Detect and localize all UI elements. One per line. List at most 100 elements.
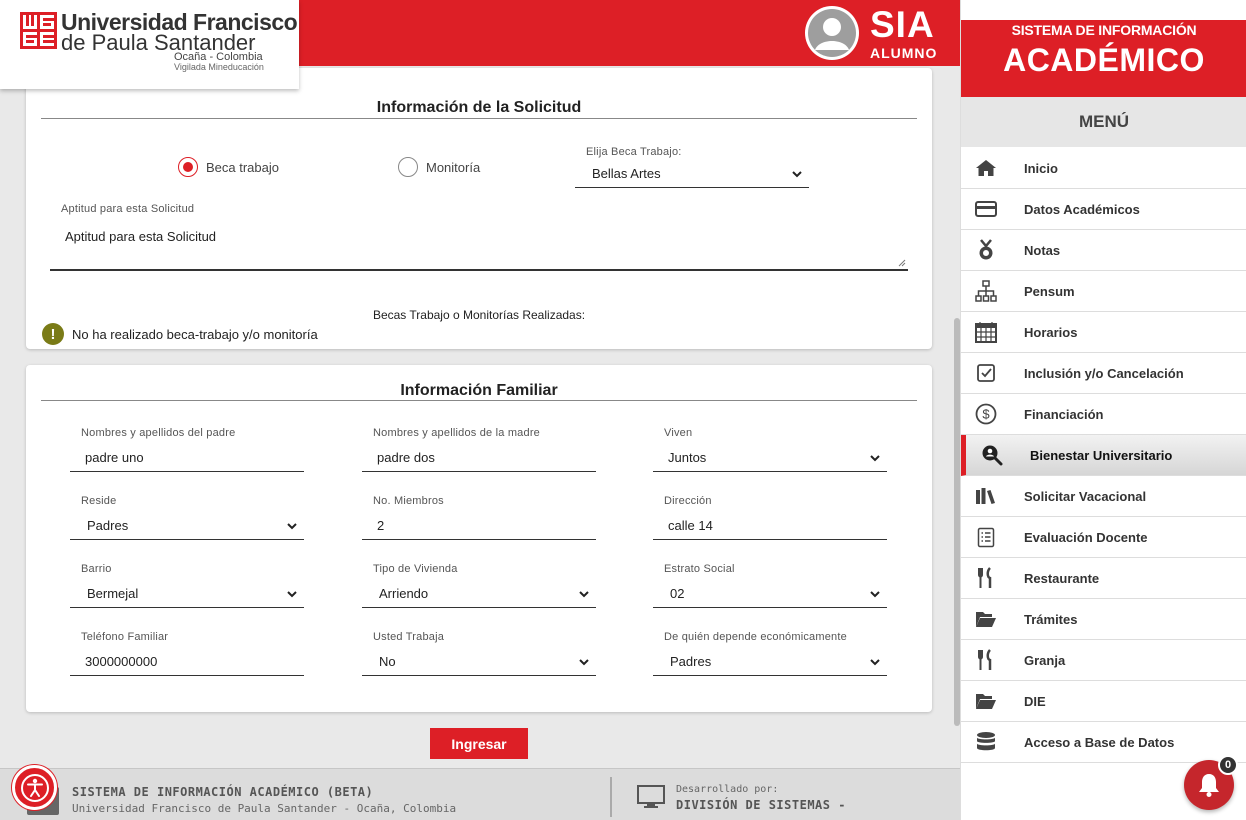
sidebar-item-granja[interactable]: Granja — [961, 640, 1246, 681]
monitor-icon — [637, 785, 665, 808]
utensils-icon — [974, 566, 998, 590]
beca-select[interactable]: Bellas Artes — [575, 162, 809, 188]
beca-select-value: Bellas Artes — [592, 166, 661, 181]
sidebar-item-label: Evaluación Docente — [1024, 529, 1148, 545]
radio-checked-icon — [178, 157, 198, 177]
sidebar-item-vacacional[interactable]: Solicitar Vacacional — [961, 476, 1246, 517]
chevron-down-icon — [870, 455, 880, 462]
exclamation-icon: ! — [42, 323, 64, 345]
sidebar-item-restaurante[interactable]: Restaurante — [961, 558, 1246, 599]
sidebar: SISTEMA DE INFORMACIÓN ACADÉMICO MENÚ In… — [960, 0, 1246, 820]
sidebar-item-label: Restaurante — [1024, 570, 1100, 586]
sidebar-item-label: Financiación — [1024, 406, 1104, 422]
sitemap-icon — [974, 279, 998, 303]
barrio-select[interactable]: Bermejal — [70, 582, 304, 608]
sidebar-item-base-datos[interactable]: Acceso a Base de Datos — [961, 722, 1246, 763]
direccion-input[interactable]: calle 14 — [653, 514, 887, 540]
svg-text:$: $ — [982, 407, 990, 422]
direccion-value: calle 14 — [668, 518, 713, 533]
viven-select[interactable]: Juntos — [653, 446, 887, 472]
chevron-down-icon — [579, 591, 589, 598]
sidebar-item-bienestar[interactable]: Bienestar Universitario — [961, 435, 1246, 476]
folder-open-icon — [974, 607, 998, 631]
telefono-value: 3000000000 — [85, 654, 158, 669]
radio-beca-trabajo-label: Beca trabajo — [206, 159, 279, 175]
bell-icon — [1199, 774, 1219, 797]
avatar[interactable] — [805, 6, 859, 60]
depende-label: De quién depende económicamente — [664, 631, 847, 643]
telefono-label: Teléfono Familiar — [81, 631, 169, 643]
sidebar-item-die[interactable]: DIE — [961, 681, 1246, 722]
sidebar-item-datos-academicos[interactable]: Datos Académicos — [961, 189, 1246, 230]
barrio-value: Bermejal — [87, 586, 139, 601]
home-icon — [974, 156, 998, 180]
medal-icon — [974, 238, 998, 262]
sidebar-item-notas[interactable]: Notas — [961, 230, 1246, 271]
database-icon — [974, 730, 998, 754]
sidebar-item-label: Trámites — [1024, 611, 1078, 627]
miembros-value: 2 — [377, 518, 385, 533]
aptitud-textarea[interactable]: Aptitud para esta Solicitud — [50, 219, 908, 271]
calendar-icon — [974, 320, 998, 344]
user-icon — [808, 9, 856, 57]
solicitud-card: Información de la Solicitud Beca trabajo… — [26, 68, 932, 349]
padre-label: Nombres y apellidos del padre — [81, 427, 236, 439]
sidebar-item-inicio[interactable]: Inicio — [961, 148, 1246, 189]
sidebar-item-tramites[interactable]: Trámites — [961, 599, 1246, 640]
trabaja-select[interactable]: No — [362, 650, 596, 676]
chevron-down-icon — [870, 591, 880, 598]
padre-input[interactable]: padre uno — [70, 446, 304, 472]
viven-label: Viven — [664, 427, 693, 439]
depende-value: Padres — [670, 654, 712, 669]
app-role: ALUMNO — [870, 45, 938, 61]
section-divider — [41, 118, 917, 119]
estrato-select[interactable]: 02 — [653, 582, 887, 608]
developer-name: DIVISIÓN DE SISTEMAS - — [676, 798, 846, 812]
sidebar-item-label: Pensum — [1024, 283, 1075, 299]
sidebar-item-label: Datos Académicos — [1024, 201, 1140, 217]
sidebar-item-pensum[interactable]: Pensum — [961, 271, 1246, 312]
depende-select[interactable]: Padres — [653, 650, 887, 676]
sidebar-item-financiacion[interactable]: $ Financiación — [961, 394, 1246, 435]
books-icon — [974, 484, 998, 508]
miembros-label: No. Miembros — [373, 495, 444, 507]
telefono-input[interactable]: 3000000000 — [70, 650, 304, 676]
vivienda-select[interactable]: Arriendo — [362, 582, 596, 608]
university-vigilada: Vigilada Mineducación — [174, 62, 264, 72]
accessibility-icon — [20, 773, 49, 802]
footer-title: SISTEMA DE INFORMACIÓN ACADÉMICO (BETA) — [72, 785, 374, 799]
utensils-icon — [974, 648, 998, 672]
sidebar-item-inclusion[interactable]: Inclusión y/o Cancelación — [961, 353, 1246, 394]
trabaja-value: No — [379, 654, 396, 669]
sidebar-top-strip — [961, 0, 1246, 20]
section-divider — [41, 400, 917, 401]
reside-select[interactable]: Padres — [70, 514, 304, 540]
developer-label: Desarrollado por: — [676, 784, 779, 795]
accessibility-button[interactable] — [12, 765, 57, 810]
sidebar-item-horarios[interactable]: Horarios — [961, 312, 1246, 353]
sidebar-item-label: Notas — [1024, 242, 1061, 258]
chevron-down-icon — [579, 659, 589, 666]
barrio-label: Barrio — [81, 563, 112, 575]
madre-input[interactable]: padre dos — [362, 446, 596, 472]
sidebar-item-label: Granja — [1024, 652, 1066, 668]
menu-heading: MENÚ — [961, 97, 1246, 147]
university-logo[interactable]: Universidad Francisco de Paula Santander… — [0, 0, 299, 89]
notification-count-badge: 0 — [1218, 755, 1238, 775]
ingresar-button[interactable]: Ingresar — [430, 728, 528, 759]
radio-beca-trabajo[interactable]: Beca trabajo — [178, 157, 279, 177]
section-title-familiar: Información Familiar — [400, 382, 558, 399]
notice-text: No ha realizado beca-trabajo y/o monitor… — [72, 326, 318, 342]
radio-unchecked-icon — [398, 157, 418, 177]
realizadas-label: Becas Trabajo o Monitorías Realizadas: — [372, 308, 586, 322]
app-title: SIA — [870, 4, 935, 45]
radio-monitoria[interactable]: Monitoría — [398, 157, 480, 177]
folder-open-icon — [974, 689, 998, 713]
no-beca-notice: ! No ha realizado beca-trabajo y/o monit… — [42, 323, 318, 345]
checkbox-icon — [974, 361, 998, 385]
resize-handle-icon[interactable] — [898, 259, 906, 267]
sidebar-item-evaluacion[interactable]: Evaluación Docente — [961, 517, 1246, 558]
miembros-input[interactable]: 2 — [362, 514, 596, 540]
aptitud-label: Aptitud para esta Solicitud — [61, 203, 195, 215]
chevron-down-icon — [287, 591, 297, 598]
